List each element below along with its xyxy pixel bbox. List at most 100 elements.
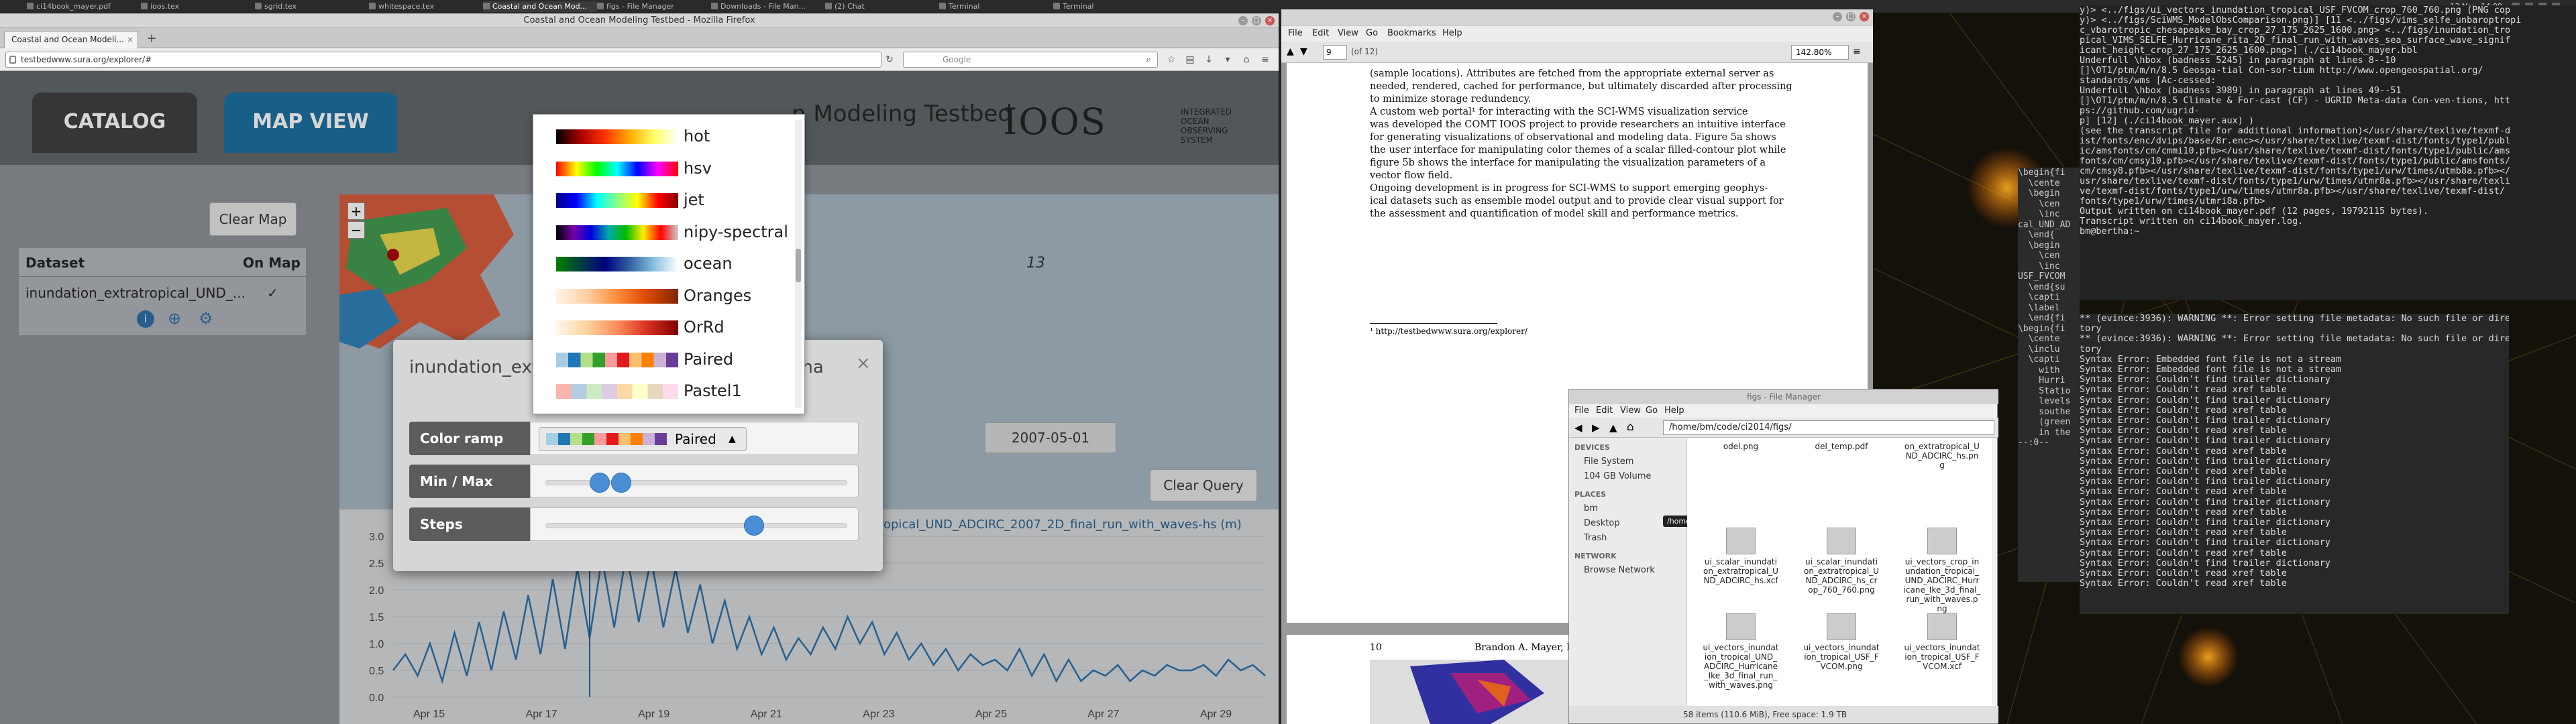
terminal-line: USF_FVCOM [2018, 272, 2065, 282]
terminal-line: Syntax Error: Couldn't read xref table [2080, 506, 2287, 518]
bookmarks-icon[interactable]: ▤ [1185, 54, 1195, 65]
color-ramp-option[interactable]: hot [533, 120, 796, 152]
maximize-button[interactable]: □ [1846, 12, 1856, 21]
sidebar-item-filesystem[interactable]: File System [1584, 457, 1633, 467]
file-item[interactable]: del_temp.pdf [1794, 442, 1888, 451]
steps-slider-handle[interactable] [743, 516, 764, 536]
up-icon[interactable]: ▲ [1609, 422, 1617, 434]
sidebar-item-home[interactable]: bm [1584, 503, 1598, 514]
bookmark-star-icon[interactable]: ☆ [1166, 54, 1177, 65]
terminal-line: \end{ [2018, 230, 2055, 240]
file-icon [1927, 528, 1957, 554]
search-bar[interactable]: Google [903, 52, 1158, 68]
steps-track[interactable] [545, 523, 847, 528]
taskbar-item[interactable]: ioos.tex [141, 1, 255, 12]
file-item[interactable]: ui_vectors_inundat ion_tropical_USF_F VC… [1794, 613, 1888, 671]
terminal-window-build[interactable]: y)> <../figs/ui_vectors_inundation_tropi… [2080, 5, 2576, 300]
taskbar-item[interactable]: Downloads - File Man... [711, 1, 825, 12]
file-item[interactable]: odel.png [1694, 442, 1788, 451]
menu-help[interactable]: Help [1442, 25, 1462, 42]
new-tab-button[interactable]: + [144, 32, 160, 47]
sidebar-item-network[interactable]: Browse Network [1584, 565, 1655, 575]
menu-go[interactable]: Go [1366, 25, 1378, 42]
sidebar-item-trash[interactable]: Trash [1584, 533, 1607, 543]
min-max-control [530, 465, 859, 498]
maximize-button[interactable]: □ [1252, 16, 1261, 25]
menu-edit[interactable]: Edit [1596, 404, 1613, 418]
menu-icon[interactable]: ≡ [1853, 46, 1861, 57]
tab-close-button[interactable]: × [127, 32, 133, 48]
site-info-icon[interactable] [9, 56, 16, 64]
max-slider-handle[interactable] [610, 473, 631, 493]
close-dialog-button[interactable]: × [856, 353, 871, 373]
min-slider-handle[interactable] [590, 473, 610, 493]
forward-icon[interactable]: ▶ [1592, 422, 1600, 434]
color-ramp-option[interactable]: ocean [533, 247, 796, 279]
menu-bookmarks[interactable]: Bookmarks [1387, 25, 1436, 42]
color-ramp-option[interactable]: OrRd [533, 311, 796, 343]
taskbar-item[interactable]: Coastal and Ocean Mod... [483, 1, 597, 12]
url-bar[interactable]: testbedwww.sura.org/explorer/# [5, 52, 881, 68]
color-ramp-option[interactable]: Oranges [533, 280, 796, 311]
next-page-icon[interactable]: ▼ [1300, 46, 1307, 57]
prev-page-icon[interactable]: ▲ [1287, 46, 1294, 57]
taskbar-item-label: whitespace.tex [378, 2, 435, 11]
page-number-input[interactable]: 9 [1323, 45, 1347, 60]
file-item[interactable]: ui_scalar_inundati on_extratropical_U ND… [1794, 528, 1888, 595]
file-item[interactable]: ui_vectors_inundat ion_tropical_USF_F VC… [1895, 613, 1989, 671]
menu-file[interactable]: File [1288, 25, 1303, 42]
reload-icon[interactable]: ↻ [884, 54, 895, 65]
terminal-line: \begin{fi [2018, 323, 2065, 334]
terminal-latex-source[interactable]: \begin{fi \cente \begin \cen \inc cal_UND… [2018, 168, 2080, 582]
color-ramp-option[interactable]: Paired [533, 343, 796, 375]
color-ramp-option[interactable]: nipy-spectral [533, 216, 796, 247]
menu-file[interactable]: File [1574, 404, 1589, 418]
pdf-text-line: Ongoing development is in progress for S… [1370, 183, 1768, 194]
file-item[interactable]: ui_vectors_crop_in undation_tropical_ UN… [1895, 528, 1989, 613]
color-ramp-select[interactable]: Paired ▲ [539, 427, 747, 451]
minimize-button[interactable]: – [1238, 16, 1248, 25]
pocket-icon[interactable]: ▾ [1222, 54, 1233, 65]
zoom-select[interactable]: 142.80% [1791, 45, 1849, 60]
terminal-window-errors[interactable]: ** (evince:3936): WARNING **: Error sett… [2080, 314, 2509, 614]
close-window-button[interactable]: × [1860, 12, 1869, 21]
file-item[interactable]: ui_scalar_inundati on_extratropical_U ND… [1694, 528, 1788, 585]
taskbar-item[interactable]: (2) Chat [825, 1, 939, 12]
menu-icon[interactable]: ≡ [1260, 54, 1271, 65]
home-icon[interactable]: ⌂ [1627, 420, 1634, 434]
menu-view[interactable]: View [1338, 25, 1358, 42]
downloads-icon[interactable]: ↓ [1203, 54, 1214, 65]
browser-tab[interactable]: Coastal and Ocean Modeli... × [4, 31, 138, 48]
menu-view[interactable]: View [1620, 404, 1641, 418]
color-ramp-option[interactable]: jet [533, 184, 796, 215]
color-ramp-option[interactable]: Pastel1 [533, 375, 796, 406]
terminal-line: --:0-- [2018, 438, 2049, 448]
menu-go[interactable]: Go [1646, 404, 1658, 418]
sidebar-item-desktop[interactable]: Desktop [1584, 518, 1620, 528]
taskbar-item[interactable]: Terminal [1053, 1, 1167, 12]
taskbar-item[interactable]: sgrid.tex [255, 1, 369, 12]
taskbar-item[interactable]: ci14book_mayer.pdf [27, 1, 141, 12]
menu-help[interactable]: Help [1664, 404, 1684, 418]
file-item[interactable]: ui_vectors_inundat ion_tropical_UND_ ADC… [1694, 613, 1788, 690]
file-name: del_temp.pdf [1815, 442, 1868, 451]
search-icon[interactable]: ⌕ [1143, 54, 1154, 65]
terminal-line: ve/texmf-dist/fonts/type1/urw/times/utmr… [2080, 186, 2505, 196]
taskbar-item[interactable]: whitespace.tex [369, 1, 483, 12]
sidebar-item-volume[interactable]: 104 GB Volume [1584, 471, 1651, 481]
minimize-button[interactable]: – [1833, 12, 1842, 21]
close-window-button[interactable]: × [1265, 16, 1275, 25]
taskbar-item[interactable]: figs - File Manager [597, 1, 711, 12]
back-icon[interactable]: ◀ [1574, 422, 1582, 434]
taskbar-item[interactable]: Terminal [939, 1, 1053, 12]
terminal-line: Syntax Error: Couldn't find trailer dict… [2080, 374, 2330, 385]
file-name: odel.png [1723, 442, 1759, 451]
dropdown-scroll-thumb[interactable] [796, 249, 801, 282]
menu-edit[interactable]: Edit [1312, 25, 1329, 42]
file-item[interactable]: on_extratropical_U ND_ADCIRC_hs.pn g [1895, 442, 1989, 470]
home-icon[interactable]: ⌂ [1241, 54, 1252, 65]
location-bar[interactable]: /home/bm/code/ci2014/figs/ [1663, 420, 1994, 435]
color-ramp-swatch [556, 384, 678, 399]
terminal-output: y)> <../figs/ui_vectors_inundation_tropi… [2080, 5, 2576, 237]
color-ramp-option[interactable]: hsv [533, 152, 796, 184]
